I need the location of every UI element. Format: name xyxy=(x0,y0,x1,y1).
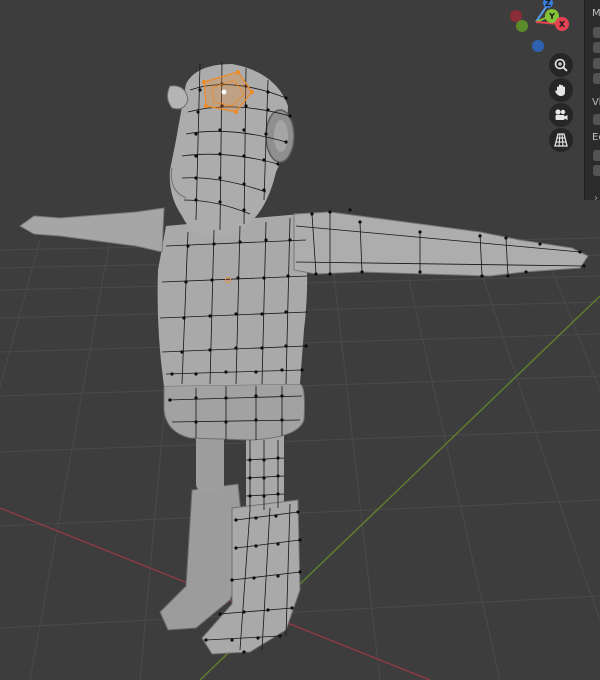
zoom-button[interactable] xyxy=(549,53,573,77)
sidebar-field[interactable] xyxy=(593,27,600,38)
navigation-gizmo[interactable]: Y X Z xyxy=(510,0,569,52)
3d-viewport[interactable]: Y X Z M V E › xyxy=(0,0,600,680)
sidebar-label-ec: Ec xyxy=(592,132,600,143)
ortho-grid-icon xyxy=(554,133,568,147)
camera-view-icon xyxy=(555,109,568,120)
hips xyxy=(163,383,305,441)
sidebar-label-m: M xyxy=(592,8,600,19)
zoom-icon xyxy=(554,58,568,72)
viewport-canvas[interactable]: Y X Z xyxy=(0,0,600,680)
nose xyxy=(166,85,189,110)
gizmo-neg-z[interactable] xyxy=(532,40,544,52)
sidebar-field[interactable] xyxy=(593,114,600,125)
gizmo-y-label: Y xyxy=(548,12,555,21)
hand-pan-icon xyxy=(555,84,565,96)
right-arm xyxy=(293,211,589,277)
gizmo-neg-y[interactable] xyxy=(516,20,528,32)
ear-inner xyxy=(274,120,288,152)
sidebar-field[interactable] xyxy=(593,58,600,69)
sidebar-field[interactable] xyxy=(593,150,600,161)
camera-view-button[interactable] xyxy=(549,103,573,127)
gizmo-x-label: X xyxy=(559,20,566,29)
character-mesh[interactable] xyxy=(19,61,589,655)
sidebar-panel[interactable]: M Vi Ec › xyxy=(584,0,600,204)
pan-button[interactable] xyxy=(549,78,573,102)
ortho-toggle-button[interactable] xyxy=(549,128,573,152)
sidebar-label-vi: Vi xyxy=(592,97,600,108)
gizmo-z-label: Z xyxy=(545,0,551,8)
sidebar-field[interactable] xyxy=(593,73,600,84)
sidebar-field[interactable] xyxy=(593,165,600,176)
sidebar-field[interactable] xyxy=(593,42,600,53)
gizmo-neg-x[interactable] xyxy=(510,10,522,22)
chevron-right-icon[interactable]: › xyxy=(594,193,598,204)
left-arm xyxy=(19,207,165,253)
torso xyxy=(157,214,308,386)
